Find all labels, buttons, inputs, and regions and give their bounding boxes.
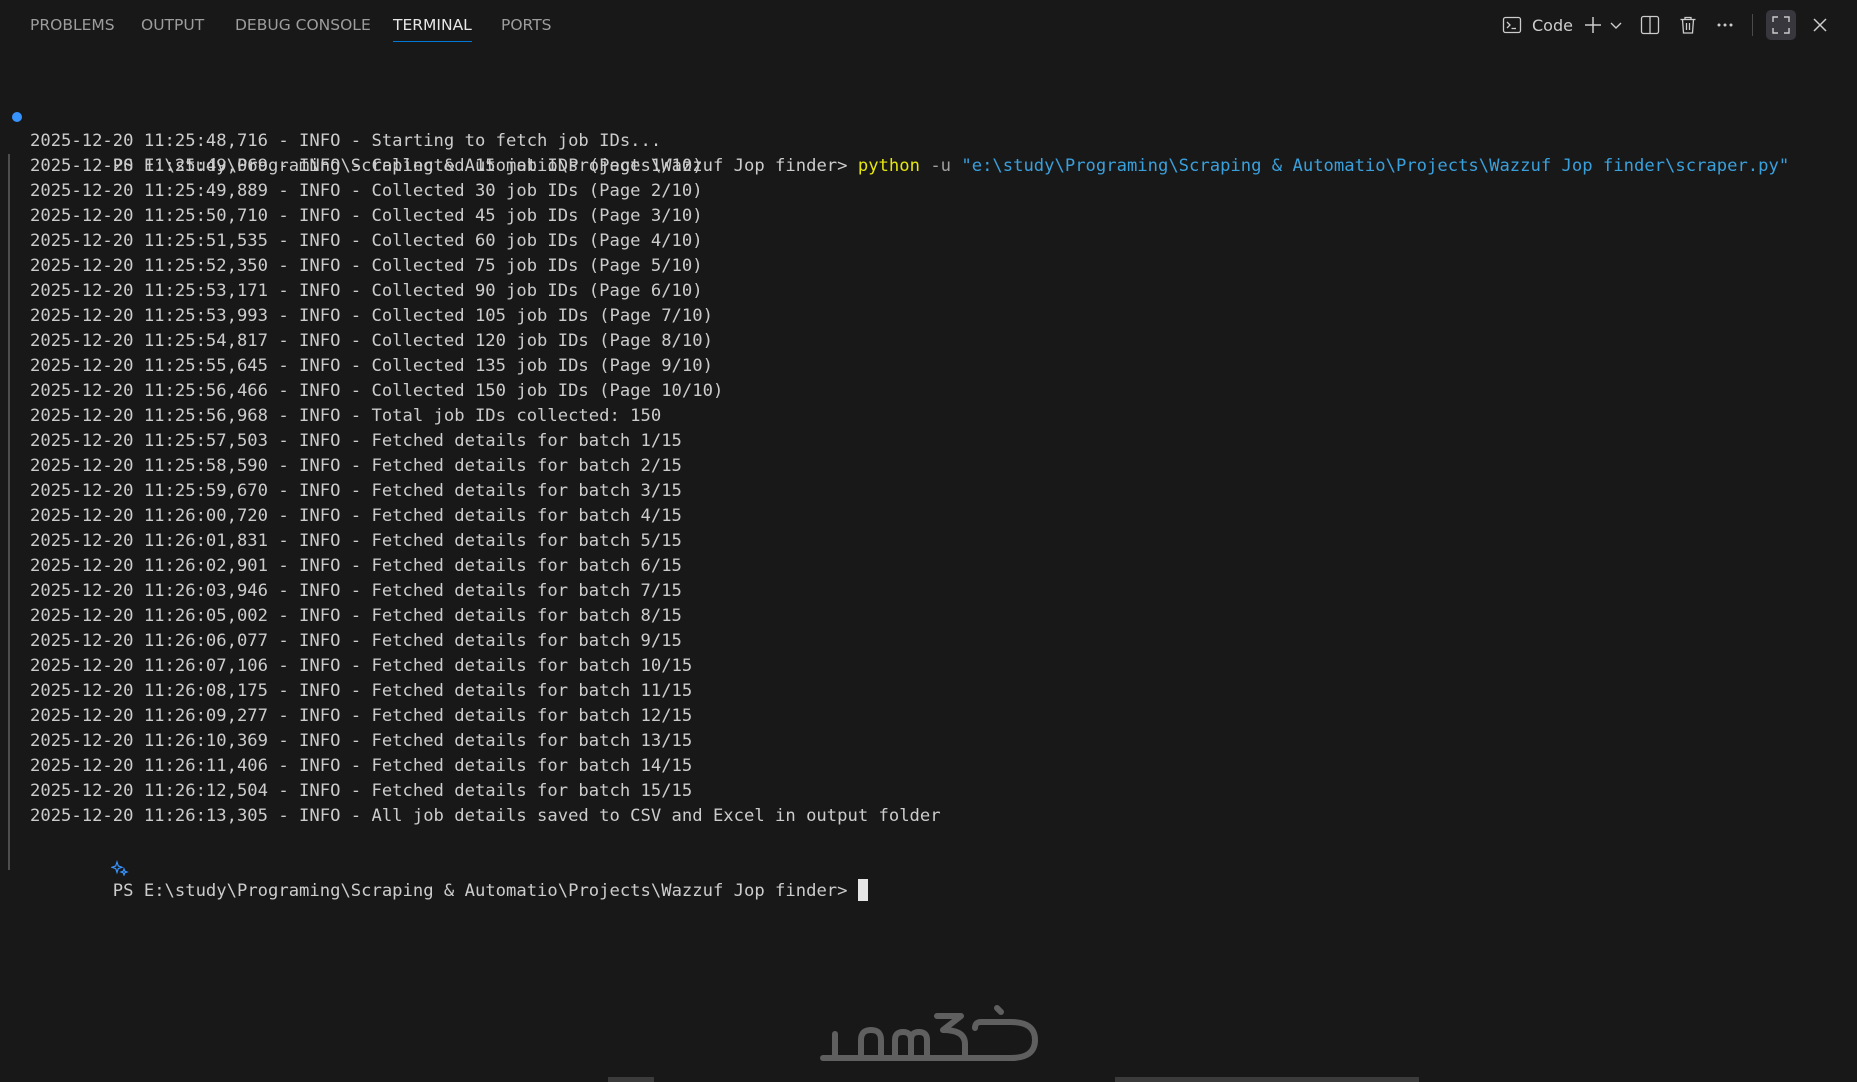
sparkle-icon[interactable] bbox=[8, 834, 130, 877]
log-line: 2025-12-20 11:26:09,277 - INFO - Fetched… bbox=[30, 706, 693, 726]
panel-header: PROBLEMS OUTPUT DEBUG CONSOLE TERMINAL P… bbox=[0, 0, 1857, 50]
maximize-panel-button[interactable] bbox=[1766, 10, 1796, 40]
split-icon bbox=[1640, 15, 1660, 35]
terminal-icon bbox=[1502, 15, 1522, 35]
log-line: 2025-12-20 11:26:03,946 - INFO - Fetched… bbox=[30, 581, 682, 601]
command-line: PS E:\study\Programing\Scraping & Automa… bbox=[0, 104, 1857, 176]
log-line: 2025-12-20 11:25:49,889 - INFO - Collect… bbox=[30, 181, 703, 201]
log-line: 2025-12-20 11:26:05,002 - INFO - Fetched… bbox=[30, 606, 682, 626]
close-panel-button[interactable] bbox=[1806, 11, 1834, 39]
log-line: 2025-12-20 11:25:55,645 - INFO - Collect… bbox=[30, 356, 713, 376]
log-line: 2025-12-20 11:25:52,350 - INFO - Collect… bbox=[30, 256, 703, 276]
terminal-output: PS E:\study\Programing\Scraping & Automa… bbox=[0, 104, 1857, 901]
tab-output[interactable]: OUTPUT bbox=[141, 14, 204, 42]
log-line: 2025-12-20 11:25:54,817 - INFO - Collect… bbox=[30, 331, 713, 351]
split-terminal-button[interactable] bbox=[1636, 11, 1664, 39]
log-line: 2025-12-20 11:26:00,720 - INFO - Fetched… bbox=[30, 506, 682, 526]
log-line: 2025-12-20 11:25:53,171 - INFO - Collect… bbox=[30, 281, 703, 301]
plus-icon bbox=[1583, 15, 1603, 35]
log-line: 2025-12-20 11:25:53,993 - INFO - Collect… bbox=[30, 306, 713, 326]
log-line: 2025-12-20 11:26:01,831 - INFO - Fetched… bbox=[30, 531, 682, 551]
log-output: 2025-12-20 11:25:48,716 - INFO - Startin… bbox=[0, 129, 1857, 829]
tab-debug-console[interactable]: DEBUG CONSOLE bbox=[235, 14, 371, 42]
log-line: 2025-12-20 11:26:06,077 - INFO - Fetched… bbox=[30, 631, 682, 651]
log-line: 2025-12-20 11:25:48,716 - INFO - Startin… bbox=[30, 131, 662, 151]
chevron-down-icon bbox=[1609, 18, 1623, 32]
log-line: 2025-12-20 11:26:07,106 - INFO - Fetched… bbox=[30, 656, 693, 676]
toolbar-separator bbox=[1752, 14, 1753, 36]
log-line: 2025-12-20 11:25:56,466 - INFO - Collect… bbox=[30, 381, 724, 401]
khamsat-watermark-logo bbox=[815, 1000, 1045, 1070]
tab-ports[interactable]: PORTS bbox=[501, 14, 552, 42]
kill-terminal-button[interactable] bbox=[1674, 11, 1702, 39]
log-line: 2025-12-20 11:26:11,406 - INFO - Fetched… bbox=[30, 756, 693, 776]
more-actions-button[interactable] bbox=[1711, 11, 1739, 39]
log-line: 2025-12-20 11:25:49,069 - INFO - Collect… bbox=[30, 156, 703, 176]
command-success-dot[interactable] bbox=[12, 112, 22, 122]
terminal-cursor bbox=[857, 878, 868, 901]
terminal-dropdown-button[interactable] bbox=[1606, 11, 1626, 39]
log-line: 2025-12-20 11:25:58,590 - INFO - Fetched… bbox=[30, 456, 682, 476]
log-line: 2025-12-20 11:25:51,535 - INFO - Collect… bbox=[30, 231, 703, 251]
log-line: 2025-12-20 11:25:56,968 - INFO - Total j… bbox=[30, 406, 662, 426]
log-line: 2025-12-20 11:26:02,901 - INFO - Fetched… bbox=[30, 556, 682, 576]
vscode-panel: PROBLEMS OUTPUT DEBUG CONSOLE TERMINAL P… bbox=[0, 0, 1857, 1082]
horizontal-scrollbar-segment[interactable] bbox=[608, 1077, 654, 1082]
ellipsis-icon bbox=[1716, 22, 1734, 28]
final-prompt-line: PS E:\study\Programing\Scraping & Automa… bbox=[0, 829, 1857, 901]
terminal-view[interactable]: PS E:\study\Programing\Scraping & Automa… bbox=[0, 50, 1857, 1082]
log-line: 2025-12-20 11:26:12,504 - INFO - Fetched… bbox=[30, 781, 693, 801]
log-line: 2025-12-20 11:26:13,305 - INFO - All job… bbox=[30, 806, 941, 826]
log-line: 2025-12-20 11:25:57,503 - INFO - Fetched… bbox=[30, 431, 682, 451]
log-line: 2025-12-20 11:25:50,710 - INFO - Collect… bbox=[30, 206, 703, 226]
log-line: 2025-12-20 11:25:59,670 - INFO - Fetched… bbox=[30, 481, 682, 501]
horizontal-scrollbar-thumb[interactable] bbox=[1115, 1077, 1419, 1082]
tab-problems[interactable]: PROBLEMS bbox=[30, 14, 115, 42]
new-terminal-button[interactable] bbox=[1580, 11, 1606, 39]
terminal-profile-button[interactable]: Code bbox=[1502, 11, 1586, 39]
terminal-profile-label: Code bbox=[1532, 15, 1573, 35]
tab-terminal[interactable]: TERMINAL bbox=[393, 14, 472, 42]
maximize-icon bbox=[1771, 15, 1791, 35]
close-icon bbox=[1812, 17, 1828, 33]
trash-icon bbox=[1678, 15, 1698, 35]
log-line: 2025-12-20 11:26:10,369 - INFO - Fetched… bbox=[30, 731, 693, 751]
log-line: 2025-12-20 11:26:08,175 - INFO - Fetched… bbox=[30, 681, 693, 701]
final-prompt-text: PS E:\study\Programing\Scraping & Automa… bbox=[112, 881, 848, 901]
